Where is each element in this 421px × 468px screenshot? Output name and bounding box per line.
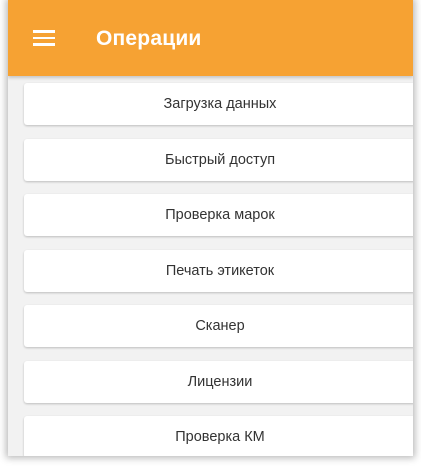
app-bar: Операции [8, 0, 413, 76]
operations-list: Загрузка данных Быстрый доступ Проверка … [24, 83, 413, 456]
app-screen: Операции Загрузка данных Быстрый доступ … [8, 0, 413, 456]
page-title: Операции [96, 27, 202, 50]
hamburger-menu-icon[interactable] [33, 30, 55, 46]
check-marks-button[interactable]: Проверка марок [24, 194, 413, 236]
print-labels-button[interactable]: Печать этикеток [24, 249, 413, 292]
check-km-button[interactable]: Проверка КМ [24, 416, 413, 456]
quick-access-button[interactable]: Быстрый доступ [24, 138, 413, 181]
load-data-button[interactable]: Загрузка данных [24, 83, 413, 125]
scanner-button[interactable]: Сканер [24, 305, 413, 347]
licenses-button[interactable]: Лицензии [24, 360, 413, 403]
